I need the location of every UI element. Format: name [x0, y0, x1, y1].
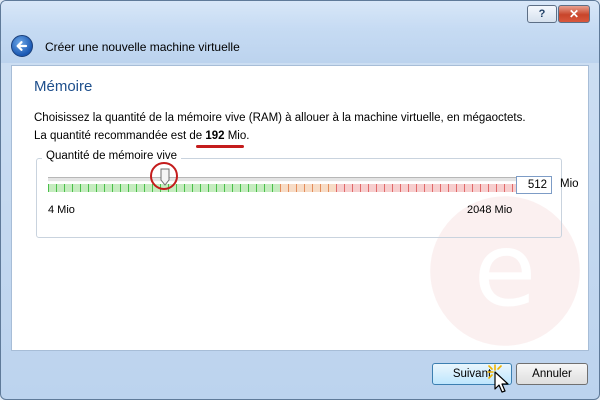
close-button[interactable]: ✕ [558, 5, 590, 23]
memory-unit-label: Mio [560, 178, 579, 190]
recommended-memory-text: La quantité recommandée est de 192 Mio. [34, 130, 249, 142]
memory-description: Choisissez la quantité de la mémoire viv… [34, 112, 526, 124]
close-icon: ✕ [568, 7, 580, 21]
mouse-cursor-icon [487, 364, 509, 393]
back-button[interactable] [11, 35, 33, 57]
back-arrow-icon [16, 41, 28, 51]
memory-size-input[interactable] [516, 176, 552, 194]
cancel-button[interactable]: Annuler [516, 363, 588, 385]
slider-max-label: 2048 Mio [467, 204, 513, 216]
memory-group-label: Quantité de mémoire vive [42, 150, 182, 162]
annotation-circle [150, 162, 178, 190]
page-title: Mémoire [34, 78, 93, 95]
memory-slider-ticks [48, 184, 518, 192]
content-panel: e Mémoire Choisissez la quantité de la m… [11, 65, 589, 351]
recommended-suffix: Mio. [224, 130, 250, 142]
recommended-prefix: La quantité recommandée est de [34, 130, 206, 142]
recommended-value: 192 [205, 130, 225, 142]
tick-zone-warning [280, 184, 336, 192]
memory-groupbox [36, 158, 562, 238]
wizard-window: ? ✕ Créer une nouvelle machine virtuelle… [0, 0, 600, 400]
slider-min-label: 4 Mio [48, 204, 75, 216]
wizard-title: Créer une nouvelle machine virtuelle [45, 40, 240, 54]
help-button[interactable]: ? [527, 5, 557, 23]
memory-slider-track[interactable] [48, 177, 518, 182]
tick-zone-danger [336, 184, 518, 192]
help-icon: ? [538, 8, 546, 20]
annotation-underline [196, 145, 244, 148]
